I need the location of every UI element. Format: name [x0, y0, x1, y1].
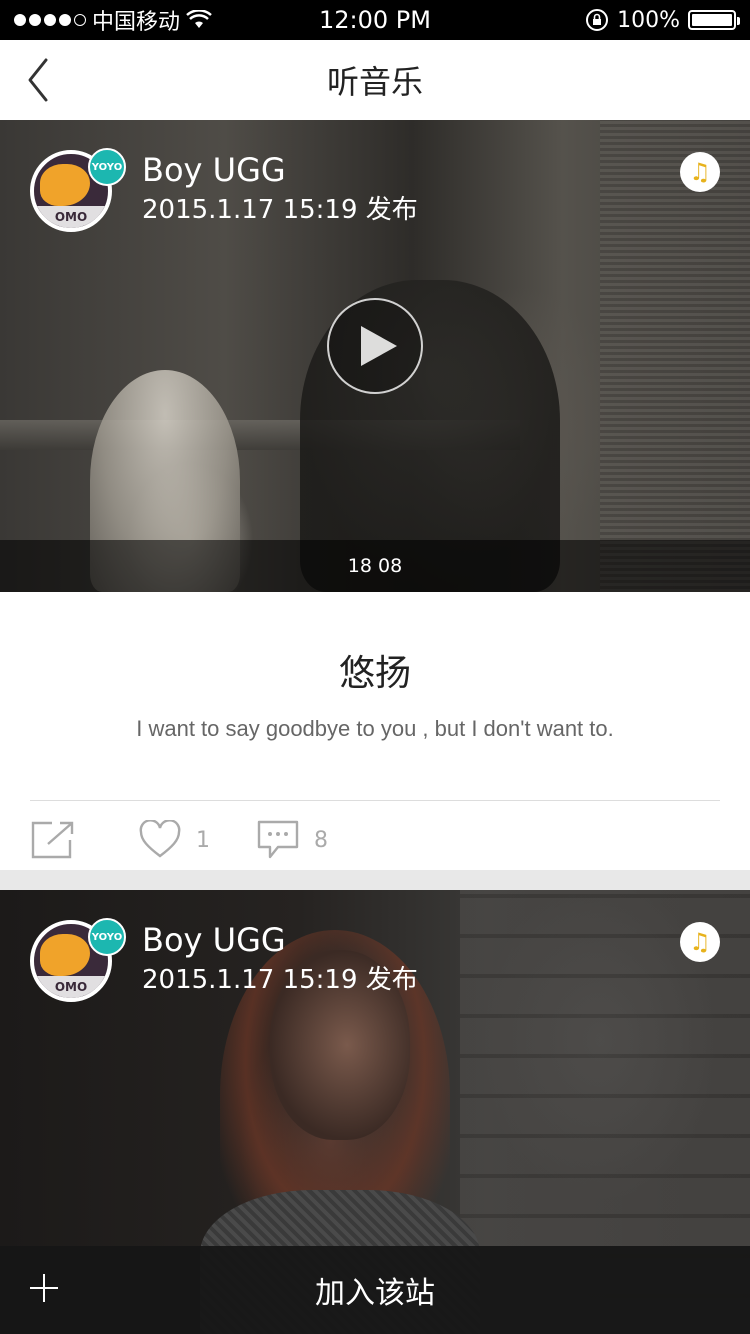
avatar-rim-text: OMO	[34, 976, 108, 998]
back-button[interactable]	[22, 56, 62, 104]
wifi-icon	[186, 10, 212, 28]
battery-fill	[692, 14, 732, 26]
status-bar-left: 中国移动	[14, 4, 212, 36]
avatar-rim-text: OMO	[34, 206, 108, 228]
lemon-logo-icon	[40, 164, 90, 206]
battery-icon	[688, 10, 740, 30]
post-date: 2015.1.17 15:19 发布	[142, 195, 418, 225]
comment-button[interactable]: 8	[256, 819, 328, 861]
status-bar-right: 100%	[585, 7, 740, 33]
post-author[interactable]: OMO YOYO Boy UGG 2015.1.17 15:19 发布	[30, 148, 418, 232]
carrier-name: 中国移动	[92, 10, 181, 35]
post-title: 悠扬	[338, 653, 411, 694]
heart-icon	[139, 820, 181, 858]
post-actions: 1 8	[30, 810, 328, 870]
author-name[interactable]: Boy UGG	[142, 920, 418, 960]
plus-icon[interactable]	[30, 1274, 58, 1302]
comment-icon	[257, 820, 299, 859]
nav-bar: 听音乐	[0, 40, 750, 120]
media-info-bar: 18 08	[0, 540, 750, 592]
share-icon	[31, 821, 74, 859]
like-count: 1	[196, 827, 210, 853]
avatar-badge: YOYO	[88, 918, 126, 956]
post-author[interactable]: OMO YOYO Boy UGG 2015.1.17 15:19 发布	[30, 918, 418, 1002]
avatar-wrapper[interactable]: OMO YOYO	[30, 148, 126, 232]
rotation-lock-icon	[586, 9, 609, 31]
media-duration: 18 08	[347, 555, 403, 577]
share-button[interactable]	[30, 820, 76, 860]
status-bar: 中国移动 12:00 PM 100%	[0, 0, 750, 40]
post-description: I want to say goodbye to you , but I don…	[136, 716, 614, 741]
join-station-button[interactable]: 加入该站	[315, 1268, 435, 1312]
avatar-badge: YOYO	[88, 148, 126, 186]
author-name[interactable]: Boy UGG	[142, 150, 418, 190]
post-date: 2015.1.17 15:19 发布	[142, 965, 418, 995]
play-button[interactable]	[327, 298, 423, 394]
bottom-bar: 加入该站	[0, 1246, 750, 1334]
battery-percent: 100%	[617, 7, 680, 33]
divider	[30, 800, 720, 801]
post-card: OMO YOYO Boy UGG 2015.1.17 15:19 发布 ♫ 18…	[0, 120, 750, 870]
signal-strength-icon	[14, 14, 86, 26]
card-separator	[0, 870, 750, 890]
comment-count: 8	[314, 827, 328, 853]
page-title: 听音乐	[326, 63, 423, 101]
like-button[interactable]: 1	[138, 820, 210, 860]
lemon-logo-icon	[40, 934, 90, 976]
chevron-left-icon	[28, 58, 48, 102]
play-icon	[361, 326, 397, 366]
music-note-icon[interactable]: ♫	[680, 922, 720, 962]
avatar-wrapper[interactable]: OMO YOYO	[30, 918, 126, 1002]
post-cover-image[interactable]: OMO YOYO Boy UGG 2015.1.17 15:19 发布 ♫ 18…	[0, 120, 750, 592]
music-note-icon[interactable]: ♫	[680, 152, 720, 192]
